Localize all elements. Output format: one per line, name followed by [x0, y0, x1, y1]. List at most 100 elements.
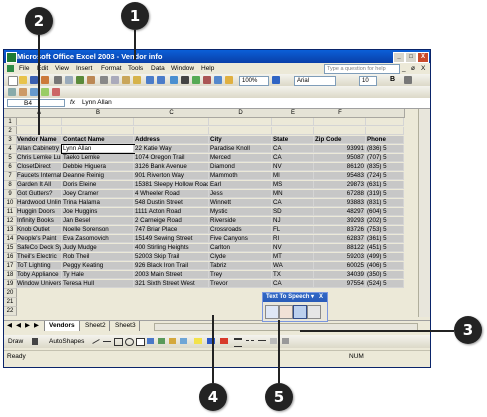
arrow-style-icon[interactable]	[258, 340, 266, 341]
tab-sheet3[interactable]: Sheet3	[112, 321, 140, 331]
table-cell[interactable]: Deanne Reinig	[62, 172, 134, 180]
table-cell[interactable]: SafeCo Deck Systems	[16, 244, 62, 252]
column-title-cell[interactable]: Contact Name	[62, 136, 134, 144]
review-icon-3[interactable]	[30, 88, 38, 96]
textbox-icon[interactable]	[136, 338, 145, 346]
table-cell[interactable]	[209, 118, 272, 126]
table-cell[interactable]: CA	[272, 145, 314, 153]
doc-minimize-button[interactable]: _	[402, 63, 406, 74]
oval-icon[interactable]	[125, 338, 134, 346]
table-cell[interactable]: Five Canyons	[209, 235, 272, 243]
column-header[interactable]: F	[314, 109, 367, 118]
table-cell[interactable]: Knob Outlet	[16, 226, 62, 234]
select-objects-icon[interactable]	[32, 338, 38, 345]
table-cell[interactable]: Debbie Higuera	[62, 163, 134, 171]
table-cell[interactable]: MT	[272, 253, 314, 261]
table-cell[interactable]: CA	[272, 199, 314, 207]
table-cell[interactable]: Riverside	[209, 217, 272, 225]
tab-nav-next[interactable]: ▶	[25, 321, 30, 331]
research-icon[interactable]	[87, 76, 95, 84]
table-cell[interactable]: 901 Riverton Way	[134, 172, 209, 180]
menu-help[interactable]: Help	[201, 63, 214, 74]
review-icon-5[interactable]	[52, 88, 60, 96]
row-header[interactable]: 21	[4, 298, 17, 307]
table-cell[interactable]: 400 Stirling Heights	[134, 244, 209, 252]
table-cell[interactable]: (524) 5	[366, 280, 404, 288]
table-cell[interactable]: Jess	[209, 190, 272, 198]
tab-nav-prev[interactable]: ◀	[16, 321, 21, 331]
sort-ascending-icon[interactable]	[192, 76, 200, 84]
table-cell[interactable]: 1111 Acton Road	[134, 208, 209, 216]
table-cell[interactable]: 97554	[314, 280, 366, 288]
table-cell[interactable]	[62, 118, 134, 126]
tab-sheet2[interactable]: Sheet2	[82, 321, 110, 331]
autosum-icon[interactable]	[181, 76, 189, 84]
review-icon-1[interactable]	[8, 88, 16, 96]
paste-icon[interactable]	[122, 76, 130, 84]
table-cell[interactable]: (361) 5	[366, 235, 404, 243]
table-cell[interactable]: 93991	[314, 145, 366, 153]
table-cell[interactable]: (202) 5	[366, 217, 404, 225]
table-cell[interactable]: Taeko Lemke	[62, 154, 134, 162]
table-cell[interactable]: 15381 Sleepy Hollow Road	[134, 181, 209, 189]
table-cell[interactable]: Rob Theil	[62, 253, 134, 261]
table-cell[interactable]: 2003 Main Street	[134, 271, 209, 279]
table-cell[interactable]: Winnett	[209, 199, 272, 207]
table-cell[interactable]: Hardwood Unlimited	[16, 199, 62, 207]
table-cell[interactable]: Mammoth	[209, 172, 272, 180]
arrow-icon[interactable]	[103, 341, 111, 342]
table-cell[interactable]: Trey	[209, 271, 272, 279]
column-title-cell[interactable]: City	[209, 136, 272, 144]
speak-cells-icon[interactable]	[265, 305, 279, 319]
doc-restore-button[interactable]: ø	[411, 63, 415, 74]
font-size-select[interactable]: 10	[359, 76, 377, 86]
fill-color-icon[interactable]	[194, 338, 202, 344]
table-cell[interactable]: Jan Besel	[62, 217, 134, 225]
maximize-button[interactable]: □	[405, 52, 417, 63]
table-cell[interactable]: 1074 Oregon Trail	[134, 154, 209, 162]
table-cell[interactable]: WA	[272, 262, 314, 270]
table-cell[interactable]: 86120	[314, 163, 366, 171]
print-icon[interactable]	[54, 76, 62, 84]
table-cell[interactable]: MI	[272, 172, 314, 180]
table-cell[interactable]: 747 Briar Place	[134, 226, 209, 234]
table-cell[interactable]: (406) 5	[366, 262, 404, 270]
table-cell[interactable]: 39293	[314, 217, 366, 225]
table-cell[interactable]: Huggin Doors	[16, 208, 62, 216]
table-cell[interactable]: (753) 5	[366, 226, 404, 234]
table-cell[interactable]: Teresa Hull	[62, 280, 134, 288]
table-cell[interactable]: (724) 5	[366, 172, 404, 180]
row-header[interactable]: 20	[4, 289, 17, 298]
table-cell[interactable]: Eva Zasomovich	[62, 235, 134, 243]
table-cell[interactable]: Trina Halama	[62, 199, 134, 207]
table-cell[interactable]: Earl	[209, 181, 272, 189]
table-cell[interactable]: Infinity Books	[16, 217, 62, 225]
column-title-cell[interactable]: Zip Code	[314, 136, 366, 144]
table-cell[interactable]: 4 Wheeler Road	[134, 190, 209, 198]
by-columns-icon[interactable]	[307, 305, 321, 319]
table-cell[interactable]: 926 Black Iron Trail	[134, 262, 209, 270]
table-cell[interactable]: Clyde	[209, 253, 272, 261]
table-cell[interactable]: (835) 5	[366, 163, 404, 171]
table-cell[interactable]: 60025	[314, 262, 366, 270]
new-icon[interactable]	[8, 76, 18, 86]
review-icon-4[interactable]	[41, 88, 49, 96]
table-cell[interactable]	[272, 118, 314, 126]
table-cell[interactable]: 3126 Bank Avenue	[134, 163, 209, 171]
table-cell[interactable]: Joe Huggins	[62, 208, 134, 216]
table-cell[interactable]: ClosetDirect	[16, 163, 62, 171]
table-cell[interactable]: Ty Hale	[62, 271, 134, 279]
tts-dropdown-icon[interactable]: ▾	[311, 293, 314, 302]
line-style-icon[interactable]	[234, 338, 242, 347]
table-cell[interactable]: NV	[272, 244, 314, 252]
column-title-cell[interactable]: State	[272, 136, 314, 144]
column-header[interactable]: E	[272, 109, 315, 118]
clipart-icon[interactable]	[169, 338, 176, 344]
table-cell[interactable]: Mystic	[209, 208, 272, 216]
draw-menu[interactable]: Draw	[8, 335, 23, 348]
tts-close-button[interactable]: X	[319, 293, 323, 302]
table-cell[interactable]	[134, 118, 209, 126]
menu-tools[interactable]: Tools	[128, 63, 143, 74]
spelling-icon[interactable]	[76, 76, 84, 84]
table-cell[interactable]	[209, 127, 272, 135]
